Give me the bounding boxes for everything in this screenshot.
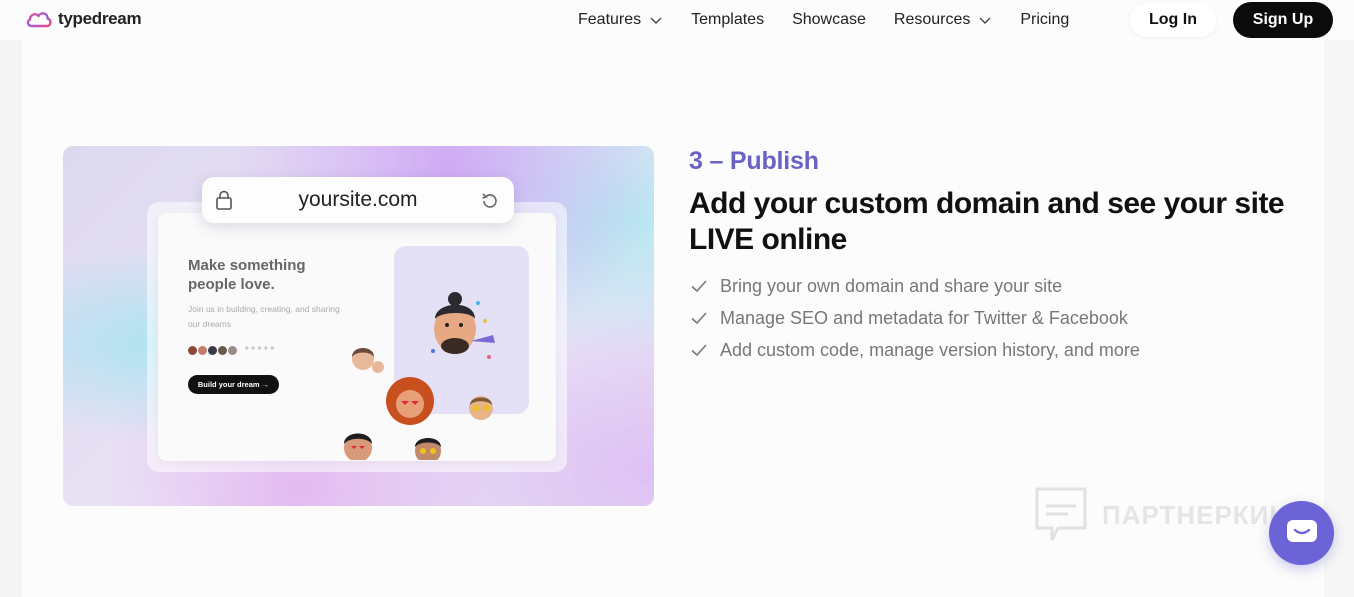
nav-resources-label: Resources — [893, 11, 971, 28]
chat-launcher-button[interactable] — [1269, 501, 1334, 565]
avatar — [208, 346, 217, 355]
feature-text: Manage SEO and metadata for Twitter & Fa… — [720, 307, 1128, 328]
nav-pricing-label: Pricing — [1020, 11, 1070, 28]
mock-cta-button: Build your dream → — [188, 375, 279, 394]
feature-list: Bring your own domain and share your sit… — [690, 270, 1140, 366]
nav-features-label: Features — [578, 11, 642, 28]
chevron-down-icon — [979, 17, 991, 24]
top-nav: typedream Features Templates Showcase Re… — [0, 0, 1354, 40]
chat-bubble-watermark-icon — [1035, 487, 1087, 541]
avatar — [218, 346, 227, 355]
brand-name: typedream — [58, 9, 142, 28]
page: typedream Features Templates Showcase Re… — [0, 0, 1354, 597]
check-icon — [691, 280, 707, 293]
check-icon — [691, 344, 707, 357]
nav-templates-label: Templates — [691, 11, 765, 28]
feature-text: Bring your own domain and share your sit… — [720, 275, 1063, 296]
memoji-main-icon — [431, 292, 495, 359]
list-item: Add custom code, manage version history,… — [690, 334, 1140, 366]
mock-rating-stars: ★★★★★ — [244, 346, 276, 352]
right-gutter — [1324, 40, 1354, 597]
section-headline: Add your custom domain and see your site… — [689, 187, 1285, 256]
nav-resources[interactable]: Resources — [894, 11, 992, 29]
nav-features[interactable]: Features — [578, 11, 663, 29]
nav-showcase[interactable]: Showcase — [792, 11, 866, 29]
brand-logo[interactable]: typedream — [25, 8, 142, 30]
login-button[interactable]: Log In — [1130, 3, 1216, 37]
chevron-down-icon — [650, 17, 662, 24]
step-label: 3 – Publish — [689, 147, 819, 175]
reload-icon — [482, 193, 497, 208]
nav-templates[interactable]: Templates — [691, 11, 764, 29]
memoji-bottom-left-icon — [344, 433, 372, 460]
url-text: yoursite.com — [298, 188, 418, 211]
left-gutter — [0, 40, 22, 597]
cloud-logo-icon — [26, 12, 52, 28]
avatar — [188, 346, 197, 355]
nav-showcase-label: Showcase — [792, 11, 866, 28]
nav-links: Features Templates Showcase Resources Pr… — [578, 0, 1097, 40]
memoji-stars-icon — [469, 396, 493, 420]
avatar — [198, 346, 207, 355]
avatar — [228, 346, 237, 355]
mock-avatar-row — [188, 346, 237, 355]
memoji-curly-icon — [386, 377, 434, 425]
nav-pricing[interactable]: Pricing — [1020, 11, 1069, 29]
memoji-bottom-icon — [415, 438, 441, 460]
mock-site-title: Make something people love. — [188, 257, 306, 293]
check-icon — [691, 312, 707, 325]
memoji-small-icon — [352, 348, 384, 373]
feature-text: Add custom code, manage version history,… — [720, 339, 1140, 360]
list-item: Bring your own domain and share your sit… — [690, 270, 1140, 302]
watermark-text: ПАРТНЕРКИН — [1102, 499, 1290, 530]
publish-illustration: yoursite.com Make something people love.… — [63, 146, 654, 506]
mock-site-subtitle: Join us in building, creating, and shari… — [188, 304, 340, 329]
signup-button[interactable]: Sign Up — [1233, 2, 1333, 38]
url-bar: yoursite.com — [202, 177, 514, 223]
list-item: Manage SEO and metadata for Twitter & Fa… — [690, 302, 1140, 334]
chat-icon — [1286, 520, 1317, 542]
watermark: ПАРТНЕРКИН — [1034, 486, 1289, 544]
